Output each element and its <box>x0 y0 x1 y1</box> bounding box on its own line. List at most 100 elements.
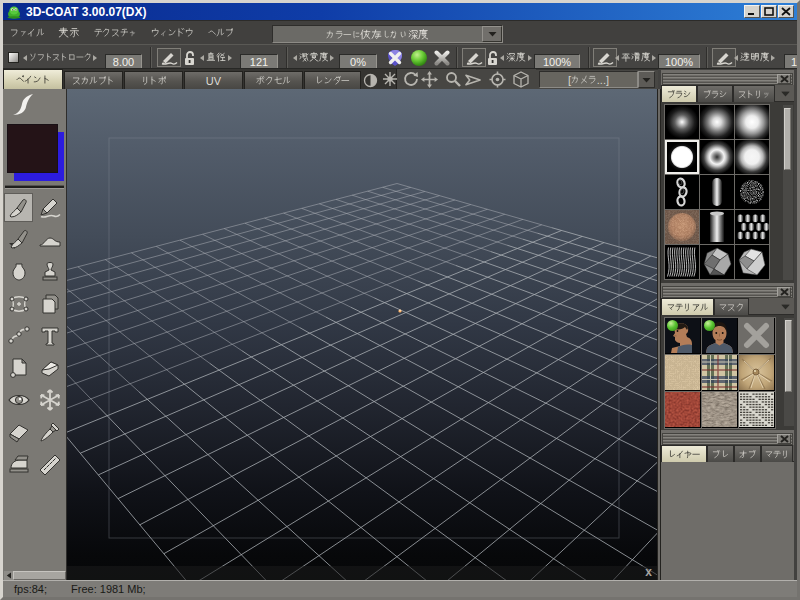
brushes-tab-0[interactable] <box>661 85 697 102</box>
zoom-icon[interactable] <box>444 71 461 87</box>
menu-file[interactable] <box>3 21 51 44</box>
spin-increase-icon[interactable] <box>528 55 532 61</box>
camera-dropdown-arrow[interactable] <box>638 71 655 88</box>
layers-tab-1[interactable] <box>707 445 734 462</box>
material-face-profile-photo[interactable] <box>665 318 701 354</box>
tool-hill-smooth[interactable] <box>35 225 64 254</box>
pen-pressure-smoothing-icon[interactable] <box>593 48 617 67</box>
brush-soft-dot-small[interactable] <box>665 105 699 139</box>
brush-chain[interactable] <box>665 175 699 209</box>
green-sphere-icon[interactable] <box>410 45 428 69</box>
room-tab-4[interactable] <box>244 71 303 89</box>
material-fur-tweed[interactable] <box>702 392 738 428</box>
materials-panel-close-icon[interactable] <box>777 287 791 297</box>
tool-blob[interactable] <box>4 257 33 286</box>
tool-page-corner[interactable] <box>4 353 33 382</box>
soft-stroke-checkbox[interactable] <box>8 52 19 63</box>
move-icon[interactable] <box>421 71 438 87</box>
tool-spline[interactable] <box>4 321 33 350</box>
brushes-panel-header[interactable] <box>662 73 793 85</box>
brushes-more-arrow[interactable] <box>778 89 792 99</box>
scroll-left-arrow-icon[interactable] <box>4 571 13 580</box>
pen-pressure-depth-icon[interactable] <box>462 48 486 67</box>
materials-panel-header[interactable] <box>662 286 793 298</box>
spin-decrease-icon[interactable] <box>23 55 27 61</box>
material-none-x[interactable] <box>739 318 775 354</box>
brush-capsule[interactable] <box>700 175 734 209</box>
brush-rock-facet[interactable] <box>700 245 734 279</box>
scrollbar-thumb[interactable] <box>13 571 66 580</box>
materials-tab-1[interactable] <box>714 298 749 315</box>
spin-increase-icon[interactable] <box>330 55 334 61</box>
tool-eraser[interactable] <box>35 353 64 382</box>
tool-text[interactable] <box>35 321 64 350</box>
layers-tab-0[interactable] <box>661 445 707 462</box>
pointer-icon[interactable] <box>465 72 482 88</box>
room-tab-5[interactable] <box>304 71 361 89</box>
brush-soft-dot-medium[interactable] <box>700 105 734 139</box>
smoothing-value[interactable]: 100% <box>658 54 700 70</box>
room-tab-1[interactable] <box>64 71 123 89</box>
tool-ruler[interactable] <box>35 449 64 478</box>
material-scrollbar-thumb[interactable] <box>785 320 792 392</box>
material-plaid-fabric[interactable] <box>702 355 738 391</box>
viewport-3d[interactable]: x <box>67 89 657 580</box>
spin-decrease-icon[interactable] <box>615 55 619 61</box>
tool-palette-scrollbar[interactable] <box>4 571 66 580</box>
layers-panel-close-icon[interactable] <box>777 434 791 444</box>
spin-increase-icon[interactable] <box>228 55 232 61</box>
brush-hard-circle[interactable] <box>665 140 699 174</box>
spin-decrease-icon[interactable] <box>500 55 504 61</box>
brushes-tab-1[interactable] <box>697 85 733 102</box>
room-tab-2[interactable] <box>124 71 183 89</box>
tool-iron[interactable] <box>4 449 33 478</box>
brush-soft-dot-large[interactable] <box>735 105 769 139</box>
primary-color-swatch[interactable] <box>7 124 58 173</box>
brushes-panel-close-icon[interactable] <box>777 74 791 84</box>
materials-tab-0[interactable] <box>661 298 714 315</box>
brush-ring[interactable] <box>700 140 734 174</box>
pen-pressure-diameter-icon[interactable] <box>157 48 181 67</box>
material-beige-fabric[interactable] <box>665 355 701 391</box>
spin-increase-icon[interactable] <box>93 55 97 61</box>
material-face-front-photo[interactable] <box>702 318 738 354</box>
tool-eye[interactable] <box>4 385 33 414</box>
cube-icon[interactable] <box>512 71 529 87</box>
tool-freeze-snowflake[interactable] <box>35 385 64 414</box>
brush-cylinder[interactable] <box>700 210 734 244</box>
soft-stroke-value[interactable]: 8.00 <box>105 54 142 70</box>
lock-depth-icon[interactable] <box>486 45 499 69</box>
rotate-icon[interactable] <box>402 71 419 87</box>
diameter-value[interactable]: 121 <box>240 54 278 70</box>
brush-bump-array[interactable] <box>735 210 769 244</box>
tool-marquee[interactable] <box>4 289 33 318</box>
minimize-button[interactable] <box>744 5 760 18</box>
viewport-close-icon[interactable]: x <box>645 567 652 578</box>
materials-more-arrow[interactable] <box>778 302 792 312</box>
menu-view[interactable] <box>51 21 87 44</box>
brush-soft-circle[interactable] <box>735 140 769 174</box>
brushes-tab-2[interactable] <box>733 85 775 102</box>
brush-hair-strands[interactable] <box>665 245 699 279</box>
moon-icon[interactable] <box>362 72 379 88</box>
starburst-icon[interactable] <box>381 71 398 87</box>
depth-mode-dropdown[interactable] <box>272 25 503 43</box>
tool-brush-dark[interactable] <box>4 225 33 254</box>
opacity-value[interactable]: 100% <box>784 54 797 70</box>
menu-texture[interactable] <box>87 21 144 44</box>
clear-x-icon[interactable] <box>434 45 450 69</box>
depth-value[interactable]: 100% <box>534 54 580 70</box>
stroke-preview[interactable] <box>10 93 36 116</box>
brush-copper-fabric[interactable] <box>665 210 699 244</box>
spin-decrease-icon[interactable] <box>293 55 297 61</box>
camera-dropdown[interactable]: [...] <box>536 70 658 89</box>
spin-decrease-icon[interactable] <box>734 55 738 61</box>
maximize-button[interactable] <box>761 5 777 18</box>
layers-panel-header[interactable] <box>662 433 793 445</box>
brush-rock-facet-light[interactable] <box>735 245 769 279</box>
close-button[interactable] <box>778 5 794 18</box>
spin-increase-icon[interactable] <box>652 55 656 61</box>
lock-diameter-icon[interactable] <box>183 45 196 69</box>
target-icon[interactable] <box>489 71 506 87</box>
spin-increase-icon[interactable] <box>771 55 775 61</box>
